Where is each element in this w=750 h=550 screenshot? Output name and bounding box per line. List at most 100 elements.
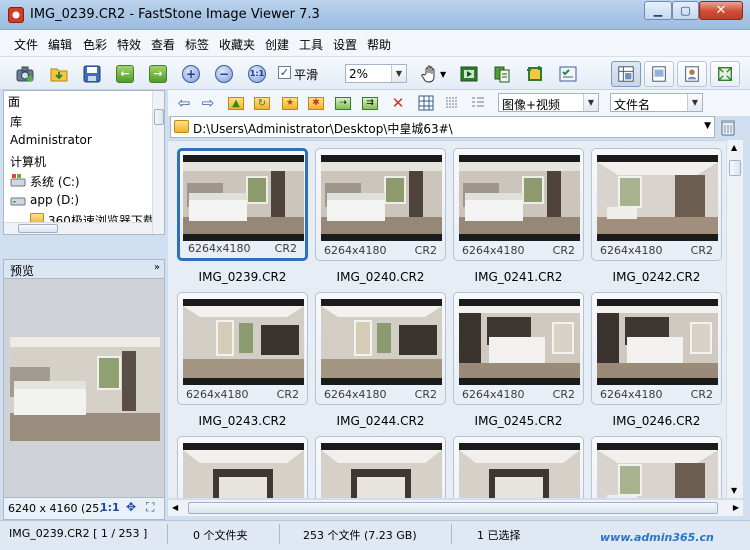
tree-horizontal-scrollbar[interactable] — [4, 222, 152, 234]
refresh-icon[interactable]: ↻ — [252, 93, 272, 113]
thumbnail-card[interactable]: 6264x4180 CR2 — [591, 292, 722, 405]
camera-icon[interactable] — [13, 62, 37, 85]
scroll-up-icon[interactable]: ▲ — [731, 143, 737, 152]
fullscreen-view-button[interactable] — [710, 61, 740, 87]
scroll-right-icon[interactable]: ▶ — [733, 503, 739, 512]
title-bar[interactable]: IMG_0239.CR2 - FastStone Image Viewer 7.… — [0, 0, 750, 30]
thumbnail-name[interactable]: IMG_0243.CR2 — [177, 414, 308, 428]
thumbnail-view-icon[interactable] — [416, 93, 436, 113]
menu-tools[interactable]: 工具 — [299, 36, 323, 53]
scroll-down-icon[interactable]: ▼ — [731, 486, 737, 495]
compare-icon[interactable] — [490, 62, 514, 85]
menu-help[interactable]: 帮助 — [367, 36, 391, 53]
thumbnail-card[interactable]: 6264x4180 CR2 — [177, 292, 308, 405]
thumbnail-horizontal-scrollbar[interactable]: ◀ ▶ — [168, 499, 743, 516]
chevron-down-icon[interactable]: ▼ — [704, 121, 711, 131]
thumbnail-card[interactable]: 6264x4180 CR2 — [177, 148, 308, 261]
chevron-down-icon[interactable]: ▼ — [440, 70, 446, 79]
smooth-checkbox[interactable]: ✓ — [278, 66, 291, 79]
zoom-in-icon[interactable]: + — [179, 62, 203, 85]
tree-vertical-scrollbar[interactable] — [152, 91, 164, 234]
back-icon[interactable]: ⇦ — [174, 93, 194, 113]
menu-file[interactable]: 文件 — [14, 36, 38, 53]
open-folder-icon[interactable] — [47, 62, 71, 85]
next-icon[interactable]: → — [146, 62, 170, 85]
thumbnail-name[interactable]: IMG_0240.CR2 — [315, 270, 446, 284]
thumbnail-name[interactable]: IMG_0244.CR2 — [315, 414, 446, 428]
trash-icon[interactable] — [719, 117, 737, 137]
thumbnail-vertical-scrollbar[interactable]: ▲ ▼ — [726, 140, 743, 498]
browser-view-button[interactable] — [611, 61, 641, 87]
hand-tool-icon[interactable] — [418, 62, 442, 85]
thumbnail-card[interactable]: 6264x4180 CR2 — [591, 148, 722, 261]
file-filter-value: 图像+视频 — [502, 98, 561, 112]
tree-item-computer[interactable]: 计算机 — [10, 153, 46, 170]
tree-item-drive-d[interactable]: app (D:) — [30, 193, 79, 207]
menu-effects[interactable]: 特效 — [117, 36, 141, 53]
thumbnail-name[interactable]: IMG_0241.CR2 — [453, 270, 584, 284]
address-path[interactable]: D:\Users\Administrator\Desktop\中皇城63#\ — [193, 120, 453, 137]
zoom-out-icon[interactable]: − — [212, 62, 236, 85]
actual-size-icon[interactable]: 1:1 — [245, 62, 269, 85]
scrollbar-thumb[interactable] — [188, 502, 718, 514]
copy-to-icon[interactable]: ⇢ — [333, 93, 353, 113]
person-view-button[interactable] — [677, 61, 707, 87]
collapse-icon[interactable]: » — [154, 262, 160, 273]
thumbnail-card[interactable]: 6264x4180 CR2 — [315, 292, 446, 405]
scroll-left-icon[interactable]: ◀ — [172, 503, 178, 512]
thumbnail-name[interactable]: IMG_0245.CR2 — [453, 414, 584, 428]
list-view-icon[interactable] — [442, 93, 462, 113]
zoom-dropdown[interactable]: 2% ▼ — [345, 64, 407, 83]
thumbnail-name[interactable]: IMG_0239.CR2 — [177, 270, 308, 284]
thumbnail-resolution: 6264x4180 — [462, 388, 525, 401]
menu-view[interactable]: 查看 — [151, 36, 175, 53]
thumbnail-card[interactable] — [453, 436, 584, 498]
address-bar[interactable]: D:\Users\Administrator\Desktop\中皇城63#\ ▼ — [170, 116, 715, 138]
maximize-button[interactable]: ▢ — [672, 1, 699, 20]
minimize-button[interactable]: ▁ — [644, 1, 672, 20]
fullscreen-icon[interactable]: ⛶ — [146, 500, 154, 515]
crop-icon[interactable] — [523, 62, 547, 85]
thumbnail-grid[interactable]: 6264x4180 CR2 IMG_0239.CR2 6264x4180 CR2… — [168, 140, 726, 498]
forward-icon[interactable]: ⇨ — [198, 93, 218, 113]
close-button[interactable]: ✕ — [699, 1, 743, 20]
favorite-folder-icon[interactable]: ★ — [280, 93, 300, 113]
details-view-icon[interactable] — [468, 93, 488, 113]
tree-item-libraries[interactable]: 库 — [10, 113, 22, 130]
move-to-icon[interactable]: ⇉ — [360, 93, 380, 113]
drive-icon — [10, 195, 26, 207]
menu-settings[interactable]: 设置 — [333, 36, 357, 53]
thumbnail-card[interactable]: 6264x4180 CR2 — [453, 292, 584, 405]
menu-favorites[interactable]: 收藏夹 — [219, 36, 255, 53]
menu-color[interactable]: 色彩 — [83, 36, 107, 53]
sort-dropdown[interactable]: 文件名 ▼ — [610, 93, 703, 112]
new-folder-icon[interactable]: ✱ — [306, 93, 326, 113]
batch-icon[interactable] — [556, 62, 580, 85]
tree-item-desktop[interactable]: 面 — [8, 93, 20, 110]
preview-view-button[interactable] — [644, 61, 674, 87]
thumbnail-name[interactable]: IMG_0242.CR2 — [591, 270, 722, 284]
actual-size-button[interactable]: 1:1 — [100, 501, 120, 514]
menu-create[interactable]: 创建 — [265, 36, 289, 53]
thumbnail-card[interactable]: 6264x4180 CR2 — [453, 148, 584, 261]
thumbnail-card[interactable]: 6264x4180 CR2 — [315, 148, 446, 261]
folder-tree[interactable]: 面 库 Administrator 计算机 系统 (C:) app (D:) 3… — [3, 90, 165, 235]
slideshow-icon[interactable] — [457, 62, 481, 85]
preview-header[interactable]: 预览 » — [3, 259, 165, 279]
parent-folder-icon[interactable]: ▲ — [226, 93, 246, 113]
tree-item-drive-c[interactable]: 系统 (C:) — [30, 173, 80, 190]
thumbnail-resolution: 6264x4180 — [600, 244, 663, 257]
thumbnail-card[interactable] — [315, 436, 446, 498]
menu-edit[interactable]: 编辑 — [48, 36, 72, 53]
thumbnail-card[interactable] — [177, 436, 308, 498]
previous-icon[interactable]: ← — [113, 62, 137, 85]
thumbnail-name[interactable]: IMG_0246.CR2 — [591, 414, 722, 428]
scrollbar-thumb[interactable] — [729, 160, 741, 176]
fit-window-icon[interactable]: ✥ — [126, 500, 136, 514]
thumbnail-card[interactable] — [591, 436, 722, 498]
tree-item-administrator[interactable]: Administrator — [10, 133, 92, 147]
menu-tags[interactable]: 标签 — [185, 36, 209, 53]
delete-icon[interactable]: ✕ — [388, 93, 408, 113]
file-filter-dropdown[interactable]: 图像+视频 ▼ — [498, 93, 599, 112]
save-icon[interactable] — [80, 62, 104, 85]
